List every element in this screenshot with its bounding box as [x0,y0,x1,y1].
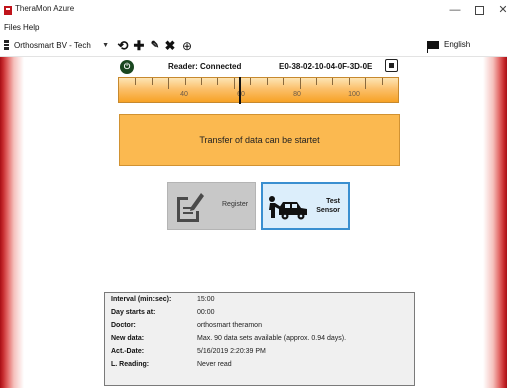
gauge-tick [135,78,137,85]
info-row: New data: Max. 90 data sets available (a… [105,335,416,347]
maximize-icon [474,6,484,15]
main-panel: ⏻ Reader: Connected E0-38-02-10-04-0F-3D… [0,57,507,388]
gauge-label: 100 [348,91,360,98]
info-label: L. Reading: [111,361,150,368]
gauge-tick [168,78,170,89]
gauge-tick [201,78,203,85]
toolbar: Orthosmart BV - Tech ▼ ⟲ ✚ ✎ ✖ ⊕ English [0,36,507,57]
info-label: Doctor: [111,322,136,329]
refresh-icon[interactable]: ⟲ [116,38,130,54]
window-title: TheraMon Azure [15,4,75,13]
menu-files[interactable]: Files [4,23,21,32]
register-icon [177,193,204,222]
info-row: Doctor: orthosmart theramon [105,322,416,334]
info-value: 00:00 [197,309,215,316]
chip-icon[interactable] [385,59,398,72]
reader-id: E0-38-02-10-04-0F-3D-0E [279,62,373,71]
gauge-tick [184,78,186,85]
globe-icon[interactable]: ⊕ [180,38,194,54]
maximize-button[interactable] [466,2,492,18]
device-select[interactable]: Orthosmart BV - Tech ▼ [14,39,109,53]
info-value: 15:00 [197,296,215,303]
app-logo-icon [4,6,12,15]
menu-help[interactable]: Help [23,23,39,32]
info-row: Act.-Date: 5/16/2019 2:20:39 PM [105,348,416,360]
gauge-label: 80 [293,91,301,98]
device-select-value: Orthosmart BV - Tech [14,41,91,50]
info-label: Act.-Date: [111,348,145,355]
test-label-line2: Sensor [316,207,340,214]
info-label: Day starts at: [111,309,156,316]
gauge-tick [299,78,301,89]
gauge-tick [217,78,219,85]
register-button[interactable]: Register [167,182,256,230]
info-label: Interval (min:sec): [111,296,172,303]
test-sensor-button[interactable]: Test Sensor [261,182,350,230]
gauge-tick [151,78,153,85]
device-icon [3,40,10,50]
gauge-tick [381,78,383,85]
menu-bar: Files Help [0,22,507,36]
title-bar: TheraMon Azure — ✕ [0,0,507,22]
minimize-button[interactable]: — [442,2,468,18]
info-value: orthosmart theramon [197,322,262,329]
info-value: 5/16/2019 2:20:39 PM [197,348,266,355]
test-label-line1: Test [326,198,340,205]
gauge-tick [250,78,252,85]
info-value: Never read [197,361,232,368]
gauge-tick [348,78,350,85]
language-selector[interactable]: English [444,40,470,49]
gauge-tick [283,78,285,85]
info-row: Interval (min:sec): 15:00 [105,296,416,308]
info-label: New data: [111,335,145,342]
delete-icon[interactable]: ✖ [163,38,177,54]
connected-status-icon: ⏻ [120,60,134,74]
register-label: Register [222,201,249,208]
gauge-tick [315,78,317,85]
reader-status: Reader: Connected [168,62,242,71]
gauge-tick [365,78,367,89]
flag-icon [427,41,439,53]
gauge-tick [266,78,268,85]
edit-icon[interactable]: ✎ [148,38,162,54]
info-row: Day starts at: 00:00 [105,309,416,321]
add-icon[interactable]: ✚ [132,38,146,54]
test-sensor-label: Test Sensor [316,197,340,215]
car-mechanic-icon [269,196,307,220]
gauge-tick [233,78,235,89]
status-message: Transfer of data can be startet [119,114,400,166]
chevron-down-icon: ▼ [102,42,109,49]
gauge-needle [239,77,242,104]
info-row: L. Reading: Never read [105,361,416,373]
signal-gauge: 40 60 80 100 [118,77,399,104]
close-button[interactable]: ✕ [490,2,507,18]
info-panel: Interval (min:sec): 15:00 Day starts at:… [104,292,415,386]
gauge-label: 40 [180,91,188,98]
gauge-tick [332,78,334,85]
info-value: Max. 90 data sets available (approx. 0.9… [197,335,347,342]
